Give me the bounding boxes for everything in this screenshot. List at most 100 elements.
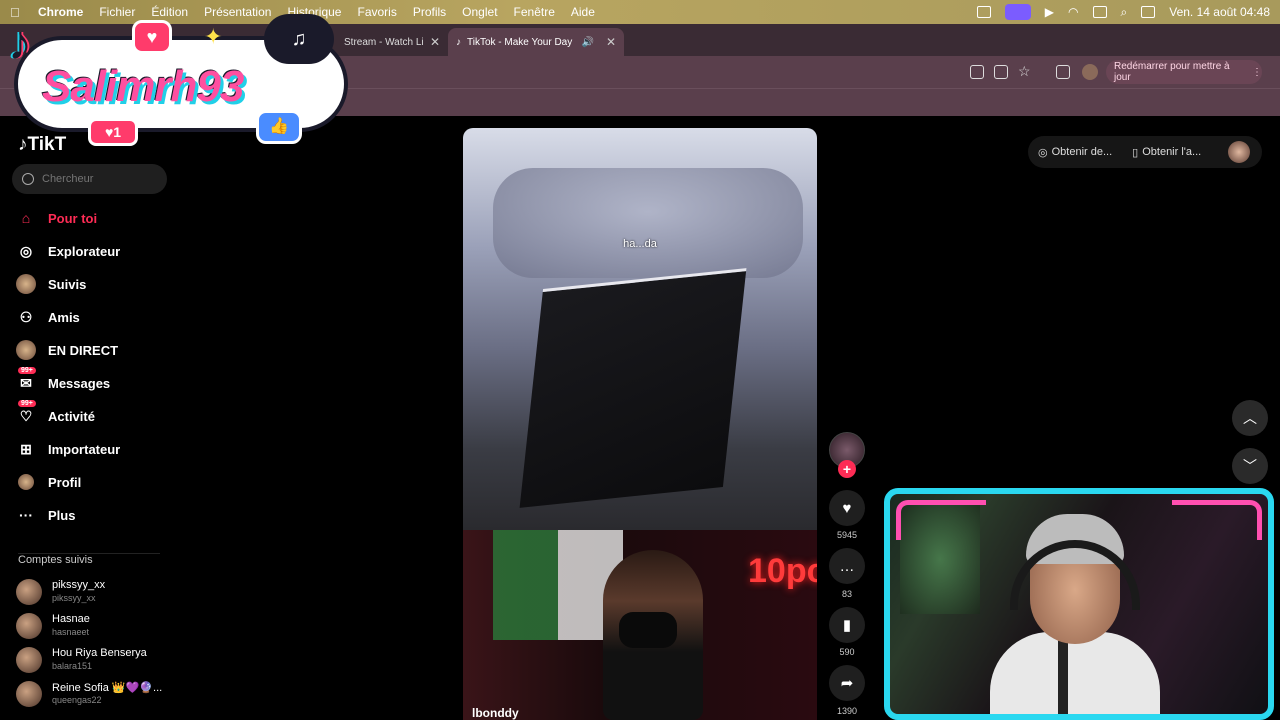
share-icon: ➦ <box>840 675 854 692</box>
menubar-clock[interactable]: Ven. 14 août 04:48 <box>1169 5 1270 19</box>
thumbs-up-icon: 👍 <box>256 110 302 144</box>
relaunch-label: Redémarrer pour mettre à jour <box>1114 61 1230 83</box>
sidebar-item-activite[interactable]: ♡ 99+ Activité <box>16 400 176 428</box>
tab-stream[interactable]: Stream - Watch Li ✕ <box>336 28 448 56</box>
chevron-up-icon: ︿ <box>1243 410 1257 426</box>
sidebar-item-label: Amis <box>48 309 80 325</box>
sidebar-item-label: Importateur <box>48 441 121 457</box>
bookmark-star-icon[interactable]: ☆ <box>1018 63 1031 80</box>
menu-fenetre[interactable]: Fenêtre <box>514 5 555 19</box>
sidebar-item-amis[interactable]: ⚇ Amis <box>16 305 176 329</box>
sidebar-item-explorateur[interactable]: ◎ Explorateur <box>16 239 176 263</box>
sidebar-item-suivis[interactable]: Suivis <box>16 272 176 296</box>
followed-account[interactable]: Hou Riya Benserya balara151 <box>16 645 176 675</box>
wifi-icon[interactable]: ◠ <box>1068 5 1078 19</box>
like-badge-count: 1 <box>113 124 122 140</box>
sidebar-item-label: Suivis <box>48 276 87 292</box>
sidebar-item-plus[interactable]: ··· Plus <box>16 503 176 527</box>
followed-account-name: pikssyy_xx <box>52 579 106 591</box>
share-button[interactable]: ➦ <box>829 665 865 701</box>
sidebar-item-messages[interactable]: ✉ 99+ Messages <box>16 367 176 395</box>
sidebar-item-label: Profil <box>48 474 82 490</box>
close-tab-icon[interactable]: ✕ <box>430 35 440 49</box>
like-button[interactable]: ♥ <box>829 490 865 526</box>
tab-title: Stream - Watch Li <box>344 36 424 48</box>
comment-count: 83 <box>841 589 852 599</box>
sidebar-item-label: Messages <box>48 375 111 391</box>
frame-corner-top-left <box>896 500 986 540</box>
audio-playing-icon[interactable]: 🔊 <box>581 37 593 48</box>
save-button[interactable]: ▮ <box>829 607 865 643</box>
avatar <box>16 613 42 639</box>
more-icon: ··· <box>19 507 33 523</box>
menu-favoris[interactable]: Favoris <box>357 5 396 19</box>
followed-account-name: Reine Sofia 👑💜🔮... <box>52 682 163 694</box>
get-app-button[interactable]: ▯ Obtenir l'a... <box>1122 146 1211 159</box>
upload-icon: ⊞ <box>20 440 32 457</box>
sidebar-item-importateur[interactable]: ⊞ Importateur <box>16 437 176 461</box>
activity-badge: 99+ <box>18 400 36 407</box>
get-coins-label: Obtenir de... <box>1051 146 1113 158</box>
play-status-icon[interactable]: ▶ <box>1045 5 1054 19</box>
followed-account[interactable]: Reine Sofia 👑💜🔮... queengas22 <box>16 679 176 709</box>
user-avatar[interactable] <box>1228 141 1250 163</box>
coin-icon: ◎ <box>1038 146 1048 159</box>
followed-account-username: balara151 <box>52 661 93 671</box>
profile-avatar-icon[interactable] <box>1082 64 1098 80</box>
like-badge: ♥1 <box>88 118 138 146</box>
get-app-label: Obtenir l'a... <box>1142 146 1202 158</box>
tab-tiktok[interactable]: ♪ TikTok - Make Your Day 🔊 ✕ <box>448 28 624 56</box>
menu-profils[interactable]: Profils <box>413 5 446 19</box>
avatar <box>16 579 42 605</box>
heart-icon: ♥ <box>132 20 172 54</box>
close-tab-icon[interactable]: ✕ <box>606 35 616 49</box>
spotlight-search-icon[interactable]: ⌕ <box>1121 5 1128 20</box>
phone-icon: ▯ <box>1132 146 1139 159</box>
sidebar-item-en-direct[interactable]: EN DIRECT <box>16 338 176 362</box>
battery-icon[interactable] <box>1092 6 1107 18</box>
sidebar-item-label: Explorateur <box>48 243 121 259</box>
face-mask <box>619 612 677 648</box>
search-input[interactable] <box>42 173 152 185</box>
frame-corner-top-right <box>1172 500 1262 540</box>
avatar <box>16 681 42 707</box>
reading-list-icon[interactable] <box>1056 65 1070 79</box>
following-accounts-header: Comptes suivis <box>18 553 160 566</box>
get-coins-button[interactable]: ◎ Obtenir de... <box>1028 146 1122 159</box>
followed-account[interactable]: pikssyy_xx pikssyy_xx <box>16 577 176 607</box>
video-caption: ha...da <box>623 238 657 250</box>
live-icon <box>16 340 36 360</box>
bookmark-icon: ▮ <box>842 617 852 634</box>
like-count: 5945 <box>836 530 858 540</box>
menu-onglet[interactable]: Onglet <box>462 5 497 19</box>
sidebar-item-profil[interactable]: Profil <box>16 470 176 494</box>
sidebar-item-pour-toi[interactable]: ⌂ Pour toi <box>16 206 176 230</box>
extension-status-icon[interactable] <box>976 6 991 18</box>
followed-account[interactable]: Hasnae hasnaeet <box>16 611 176 641</box>
video-player[interactable]: ha...da <box>463 128 817 530</box>
next-video-author[interactable]: lbonddy <box>472 706 519 720</box>
avatar <box>16 647 42 673</box>
follow-plus-button[interactable]: + <box>838 460 856 478</box>
activity-icon: ♡ 99+ <box>16 400 36 426</box>
followed-account-name: Hou Riya Benserya <box>52 647 147 659</box>
previous-video-button[interactable]: ︿ <box>1232 400 1268 436</box>
search-bar[interactable] <box>12 164 167 194</box>
neon-sign: 10pc <box>748 552 817 590</box>
screen-recording-icon[interactable] <box>1004 4 1031 20</box>
next-video-preview[interactable]: 10pc <box>463 530 817 720</box>
translate-icon[interactable] <box>994 65 1008 79</box>
control-center-icon[interactable] <box>1141 6 1156 18</box>
search-icon <box>22 173 34 185</box>
tab-title: TikTok - Make Your Day <box>467 36 573 48</box>
menubar-status-area: ▶ ◠ ⌕ Ven. 14 août 04:48 <box>976 0 1270 24</box>
menu-aide[interactable]: Aide <box>571 5 595 19</box>
next-video-button[interactable]: ﹀ <box>1232 448 1268 484</box>
comment-button[interactable]: … <box>829 548 865 584</box>
video-object <box>519 268 747 508</box>
webcam-overlay <box>884 488 1274 720</box>
kebab-menu-icon[interactable]: ⋮ <box>1252 67 1262 78</box>
relaunch-to-update-button[interactable]: Redémarrer pour mettre à jour ⋮ <box>1106 60 1262 84</box>
sidebar-item-label: Pour toi <box>48 210 98 226</box>
cast-icon[interactable] <box>970 65 984 79</box>
